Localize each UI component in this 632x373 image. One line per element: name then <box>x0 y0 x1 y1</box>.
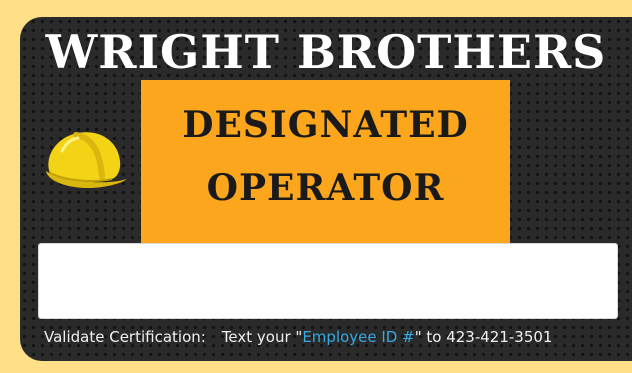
validation-label: Validate Certification: <box>44 328 206 346</box>
hard-hat-icon <box>46 132 126 189</box>
employee-id-highlight: Employee ID # <box>302 328 415 346</box>
validation-footer: Validate Certification: Text your "Employ… <box>44 326 628 348</box>
validation-text-after: " to 423-421-3501 <box>414 328 553 346</box>
name-field <box>38 243 618 319</box>
title-line-designated: DESIGNATED <box>182 104 469 146</box>
brand-title: WRIGHT BROTHERS <box>45 25 607 79</box>
title-line-operator: OPERATOR <box>206 167 445 209</box>
page: WRIGHT BROTHERS DESIGNATED OPERATOR Vali… <box>0 0 632 373</box>
validation-text-before: Text your " <box>221 328 303 346</box>
title-panel: DESIGNATED OPERATOR <box>141 80 510 258</box>
id-card: WRIGHT BROTHERS DESIGNATED OPERATOR Vali… <box>20 17 632 361</box>
